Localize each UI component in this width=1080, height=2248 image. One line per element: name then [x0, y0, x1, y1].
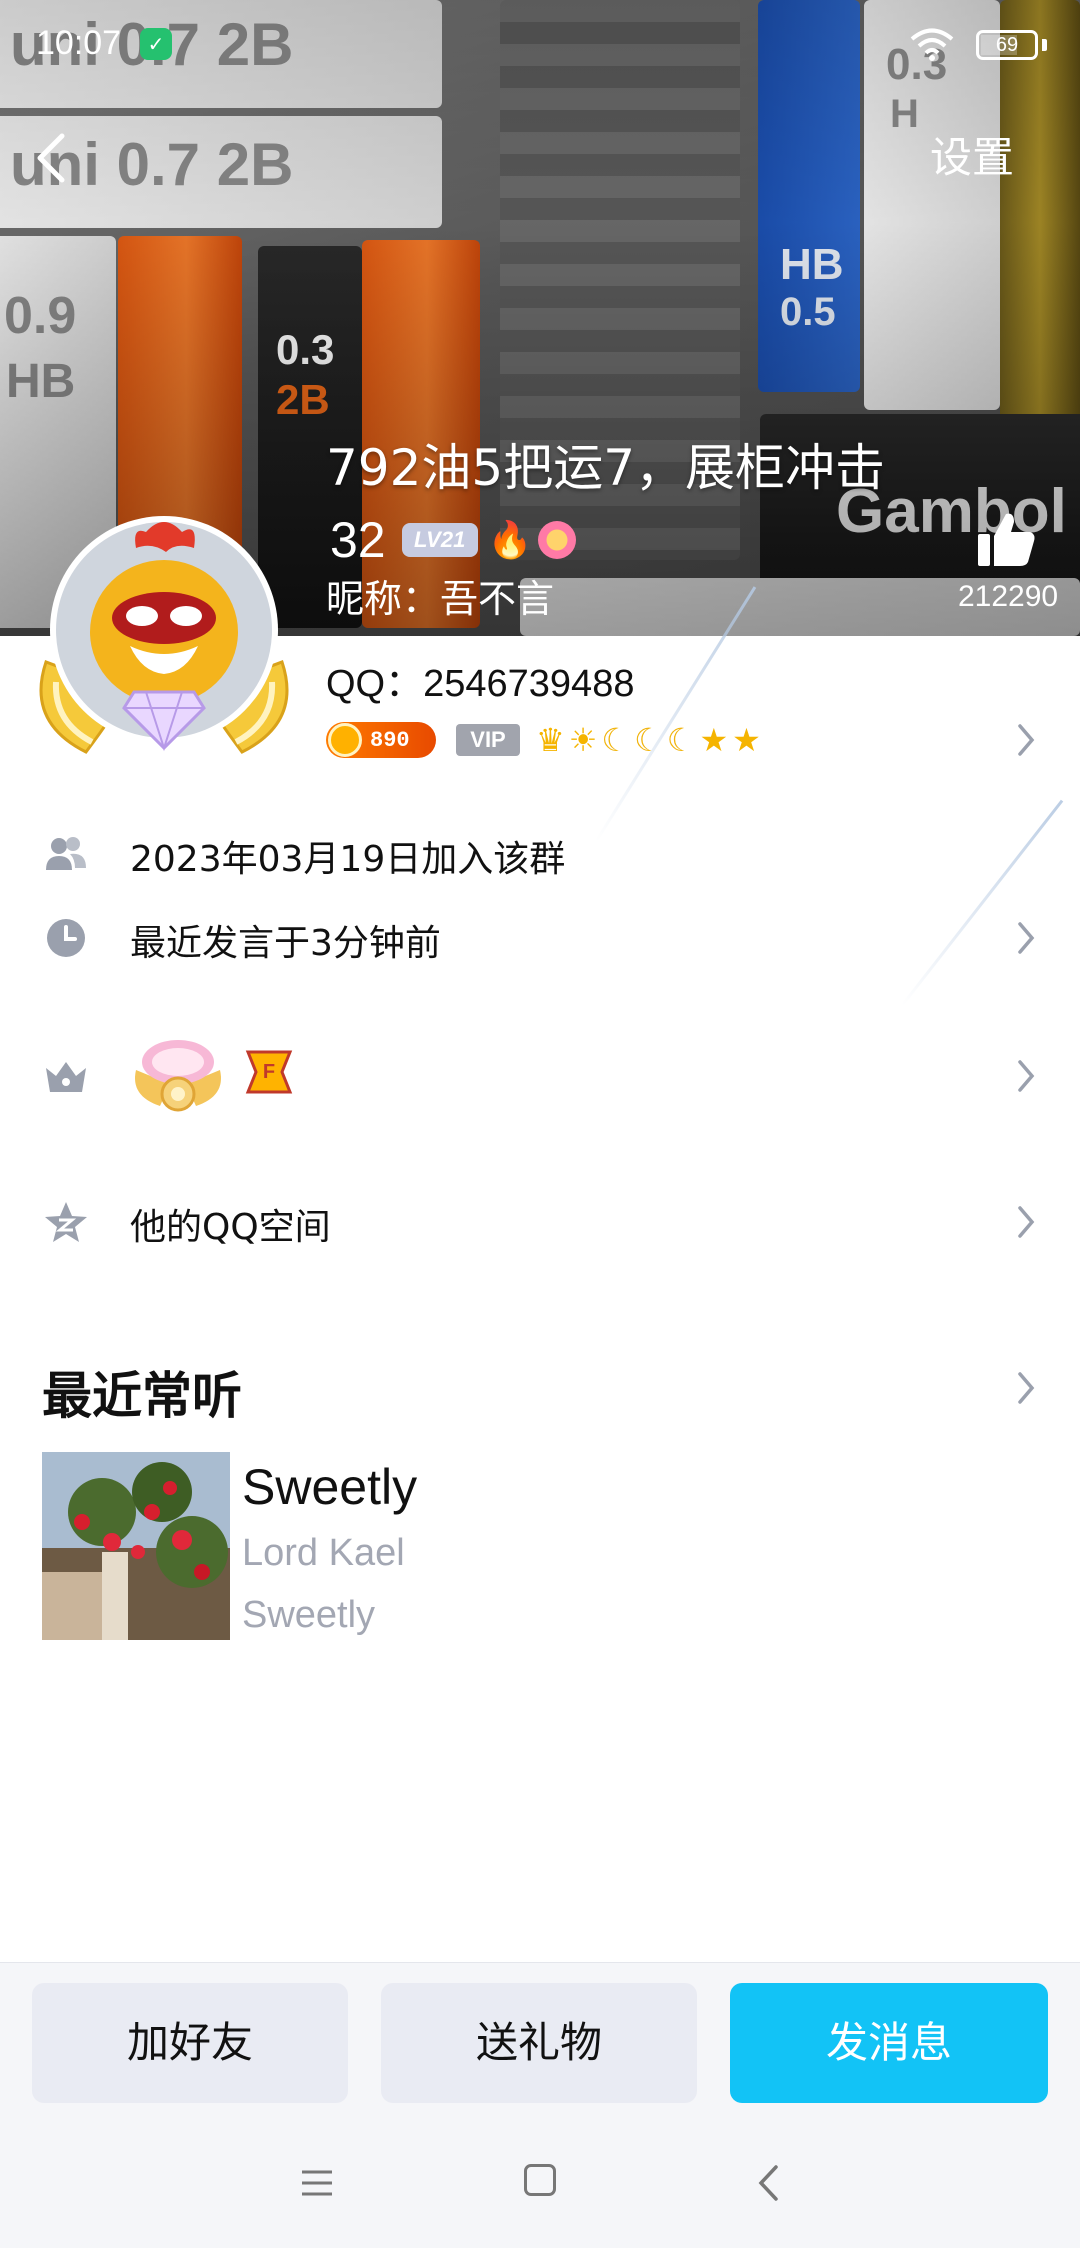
qzone-star-icon	[45, 1202, 87, 1242]
clock-icon	[47, 919, 85, 957]
send-gift-button[interactable]: 送礼物	[381, 1983, 697, 2103]
chevron-right-icon	[1018, 1206, 1035, 1238]
last-speak-row[interactable]: 最近发言于3分钟前	[0, 898, 1080, 978]
sun-level-icon: ☀	[568, 721, 598, 759]
moon-level-icon: ☾	[601, 721, 631, 759]
chevron-right-icon	[1018, 922, 1035, 954]
system-nav-bar	[0, 2120, 1080, 2248]
wifi-icon	[910, 28, 954, 61]
vip-badge: VIP	[456, 724, 520, 756]
badge-row[interactable]: 890 VIP ♛ ☀ ☾ ☾ ☾ ★ ★	[326, 718, 761, 762]
battery-level: 69	[995, 34, 1019, 56]
settings-button[interactable]: 设置	[930, 128, 1014, 188]
action-bar: 加好友 送礼物 发消息	[0, 1962, 1080, 2120]
back-button[interactable]	[26, 128, 86, 188]
chevron-right-icon[interactable]	[1014, 722, 1038, 758]
nickname-row: 昵称：吾不言	[326, 568, 554, 623]
qzone-text: 他的QQ空间	[130, 1207, 331, 1248]
qq-label: QQ：	[326, 663, 424, 705]
fire-icon: 🔥	[487, 520, 533, 561]
group-nickname: 792油5把运7，展柜冲击	[326, 439, 886, 497]
battery-icon: 69	[976, 30, 1038, 60]
home-icon[interactable]	[524, 2164, 556, 2196]
medal-row[interactable]: F	[0, 1036, 1080, 1116]
menu-icon[interactable]	[300, 2168, 334, 2198]
nickname-label: 昵称：	[326, 577, 441, 621]
nickname: 吾不言	[440, 577, 555, 621]
battery-nub	[1042, 39, 1047, 51]
shield-icon: ✓	[140, 28, 172, 60]
group-members-icon	[46, 837, 86, 870]
profile-page: uni 0.7 2B uni 0.7 2B 0.9HB 0.32B HB0.5 …	[0, 0, 1080, 2248]
moon-level-icon: ☾	[666, 721, 696, 759]
crown-level-icon: ♛	[536, 721, 565, 759]
like-count: 212290	[958, 580, 1059, 613]
star-level-icon: ★	[732, 721, 761, 759]
moon-level-icon: ☾	[634, 721, 663, 759]
status-bar: 10:07 ✓ 69	[0, 0, 1080, 90]
level-medal-icon	[135, 1040, 221, 1112]
coin-icon	[328, 723, 362, 757]
qq-number-line: QQ：2546739488	[326, 652, 634, 707]
like-button[interactable]	[974, 508, 1038, 572]
avatar[interactable]	[26, 512, 302, 762]
song-title[interactable]: Sweetly	[242, 1458, 417, 1516]
status-time: 10:07	[36, 24, 122, 62]
add-friend-button[interactable]: 加好友	[32, 1983, 348, 2103]
crown-icon	[46, 1062, 86, 1092]
join-date-row: 2023年03月19日加入该群	[0, 814, 1080, 894]
thumbs-up-icon	[978, 513, 1035, 566]
join-date-text: 2023年03月19日加入该群	[130, 839, 566, 880]
svg-text:F: F	[263, 1061, 275, 1083]
chevron-right-icon	[1018, 1060, 1035, 1092]
song-album: Sweetly	[242, 1594, 376, 1636]
coin-badge: 890	[326, 722, 436, 758]
flower-icon	[538, 521, 577, 559]
song-artist: Lord Kael	[242, 1532, 405, 1574]
nav-back-icon[interactable]	[756, 2164, 780, 2202]
cf-medal-icon: F	[245, 1050, 293, 1094]
coin-value: 890	[370, 727, 410, 753]
level-badge: LV21	[401, 523, 478, 557]
level-row: 32 LV21 🔥	[330, 508, 577, 572]
qq-number: 2546739488	[423, 663, 635, 705]
song-cover-art[interactable]	[42, 1452, 230, 1640]
last-speak-text: 最近发言于3分钟前	[130, 923, 441, 964]
qq-level-icons: ♛ ☀ ☾ ☾ ☾ ★ ★	[536, 721, 761, 759]
send-message-button[interactable]: 发消息	[730, 1983, 1048, 2103]
back-icon	[37, 133, 65, 183]
recent-music-title: 最近常听	[42, 1367, 242, 1425]
qzone-row[interactable]: 他的QQ空间	[0, 1182, 1080, 1262]
star-level-icon: ★	[699, 721, 729, 759]
level-number: 32	[330, 512, 386, 568]
chevron-right-icon[interactable]	[1014, 1370, 1038, 1406]
